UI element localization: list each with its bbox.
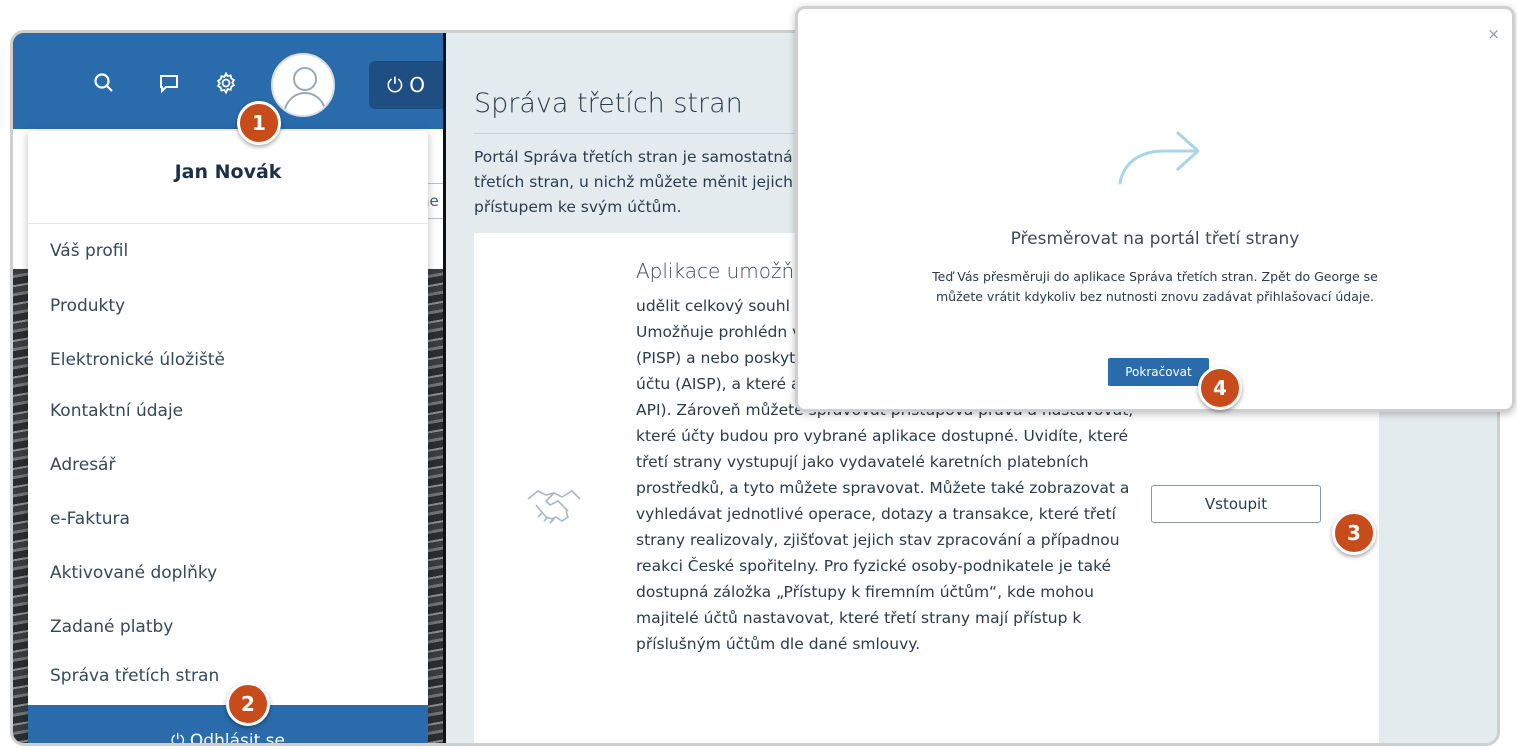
chat-icon[interactable] (157, 71, 181, 95)
menu-item-storage[interactable]: Elektronické úložiště (50, 350, 225, 370)
menu-item-contacts[interactable]: Kontaktní údaje (50, 401, 183, 421)
logout-top-label: O (409, 73, 425, 97)
gear-icon[interactable] (214, 71, 238, 95)
divider (28, 223, 428, 224)
step-marker-2: 2 (226, 682, 270, 726)
top-bar: ⏻ O (13, 33, 443, 129)
power-icon: ⏻ (387, 73, 410, 97)
modal-title: Přesměrovat na portál třetí strany (1010, 229, 1300, 249)
step-marker-1: 1 (237, 101, 281, 145)
menu-item-payments[interactable]: Zadané platby (50, 617, 173, 637)
handshake-icon (524, 483, 584, 533)
search-icon[interactable] (92, 71, 116, 95)
card-title: Aplikace umožňu (636, 259, 807, 283)
menu-item-third-parties[interactable]: Správa třetích stran (50, 666, 219, 686)
close-icon[interactable]: × (1487, 25, 1500, 43)
menu-item-products[interactable]: Produkty (50, 296, 125, 316)
user-name: Jan Novák (174, 161, 282, 183)
menu-item-einvoice[interactable]: e-Faktura (50, 509, 130, 529)
redirect-arrow-icon (1116, 127, 1206, 189)
continue-button[interactable]: Pokračovat (1108, 358, 1209, 386)
redirect-modal: × Přesměrovat na portál třetí strany Teď… (795, 6, 1515, 412)
modal-text: Teď Vás přesměruji do aplikace Správa tř… (932, 269, 1378, 304)
menu-item-address-book[interactable]: Adresář (50, 455, 115, 475)
step-marker-4: 4 (1198, 366, 1242, 410)
menu-item-addons[interactable]: Aktivované doplňky (50, 563, 217, 583)
avatar[interactable] (271, 53, 335, 117)
page-title: Správa třetích stran (474, 88, 743, 119)
logout-top-button[interactable]: ⏻ O (369, 61, 443, 109)
enter-button[interactable]: Vstoupit (1151, 485, 1321, 523)
page-intro: Portál Správa třetích stran je samostatn… (474, 148, 793, 216)
user-menu: Jan Novák Váš profil Produkty Elektronic… (28, 131, 428, 743)
step-marker-3: 3 (1332, 511, 1376, 555)
left-panel: ⏻ O ne Jan Novák Váš profil Produkty Ele… (13, 33, 443, 743)
menu-item-profile[interactable]: Váš profil (50, 241, 128, 261)
